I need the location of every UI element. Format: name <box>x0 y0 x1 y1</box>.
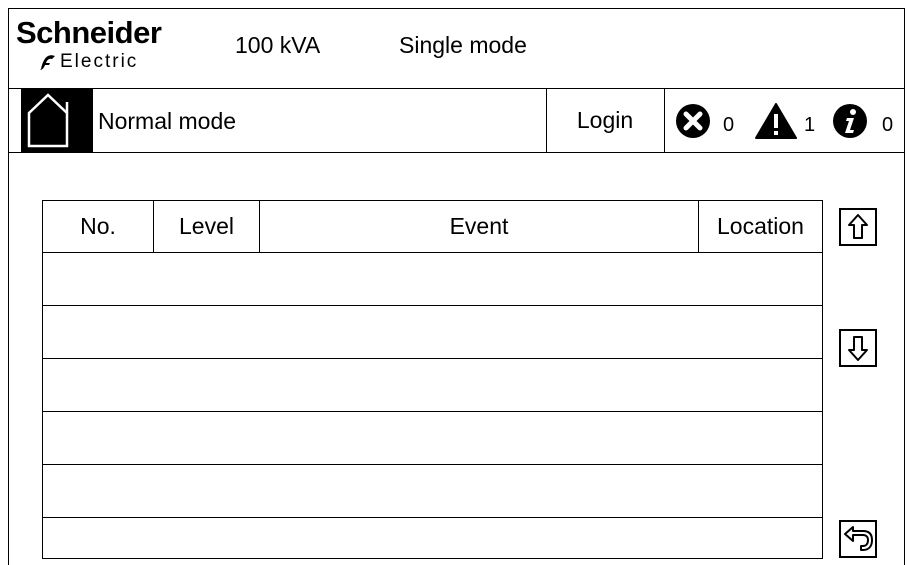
table-row[interactable] <box>42 252 823 306</box>
table-row[interactable] <box>42 358 823 412</box>
login-button[interactable]: Login <box>546 89 664 152</box>
table-cell <box>42 305 823 359</box>
table-cell <box>42 411 823 465</box>
home-icon <box>27 93 69 148</box>
warning-triangle-icon <box>755 103 797 139</box>
info-count: 0 <box>882 114 894 136</box>
info-icon <box>833 104 867 138</box>
table-cell <box>42 517 823 559</box>
table-cell <box>42 252 823 306</box>
brand-logo-area: Schneider Electric <box>16 16 196 76</box>
scroll-down-button[interactable] <box>839 329 877 367</box>
arrow-up-icon <box>839 208 877 246</box>
scroll-up-button[interactable] <box>839 208 877 246</box>
table-cell <box>42 358 823 412</box>
error-count: 0 <box>723 114 735 136</box>
home-button[interactable] <box>21 89 93 152</box>
back-button[interactable] <box>839 520 877 558</box>
return-icon <box>839 520 877 558</box>
error-x-icon <box>676 104 710 138</box>
table-row[interactable] <box>42 305 823 359</box>
capacity-label: 100 kVA <box>235 32 321 58</box>
error-alarm-indicator[interactable]: 0 <box>675 103 735 139</box>
brand-sub: Electric <box>60 51 139 72</box>
warning-count: 1 <box>804 114 816 136</box>
arrow-down-icon <box>839 329 877 367</box>
table-row[interactable] <box>42 517 823 559</box>
warning-alarm-indicator[interactable]: 1 <box>755 103 820 139</box>
info-alarm-indicator[interactable]: 0 <box>832 103 902 139</box>
event-log-table: No. Level Event Location <box>42 200 823 559</box>
table-header-row: No. Level Event Location <box>42 200 823 253</box>
brand-name: Schneider <box>16 15 162 50</box>
column-header-event: Event <box>259 200 699 253</box>
operation-mode-label: Single mode <box>399 32 527 58</box>
column-header-level: Level <box>153 200 260 253</box>
table-row[interactable] <box>42 411 823 465</box>
schneider-logo-icon <box>40 55 55 70</box>
table-row[interactable] <box>42 464 823 518</box>
divider <box>664 88 665 153</box>
table-cell <box>42 464 823 518</box>
system-mode-label: Normal mode <box>98 108 237 134</box>
column-header-location: Location <box>698 200 823 253</box>
column-header-no: No. <box>42 200 154 253</box>
